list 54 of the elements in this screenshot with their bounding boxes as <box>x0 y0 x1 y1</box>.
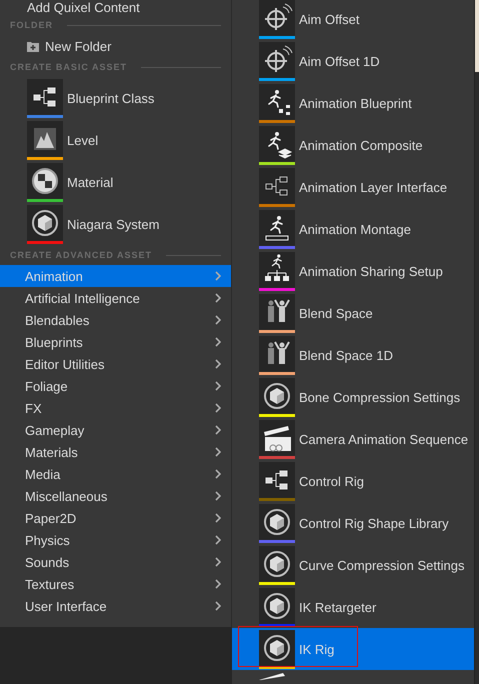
category-item[interactable]: Paper2D <box>0 507 231 529</box>
menu-item[interactable]: New Folder <box>45 38 112 54</box>
chevron-right-icon <box>215 359 221 369</box>
submenu-item[interactable]: Animation Composite <box>232 124 474 166</box>
submenu-item[interactable]: Blend Space <box>232 292 474 334</box>
submenu-item[interactable]: Bone Compression Settings <box>232 376 474 418</box>
menu-item[interactable]: Niagara System <box>67 216 160 232</box>
submenu-item[interactable]: Blend Space 1D <box>232 334 474 376</box>
chevron-right-icon <box>215 579 221 589</box>
chevron-right-icon <box>215 381 221 391</box>
menu-item[interactable]: Blueprint Class <box>67 90 154 106</box>
category-item[interactable]: Editor Utilities <box>0 353 231 375</box>
submenu-item[interactable]: Animation Sharing Setup <box>232 250 474 292</box>
new-folder-icon <box>27 40 39 52</box>
category-item[interactable]: Artificial Intelligence <box>0 287 231 309</box>
category-item[interactable]: Miscellaneous <box>0 485 231 507</box>
category-item[interactable]: Physics <box>0 529 231 551</box>
menu-item[interactable]: Add Quixel Content <box>27 0 140 15</box>
submenu-item[interactable]: Animation Montage <box>232 208 474 250</box>
category-item[interactable]: User Interface <box>0 595 231 617</box>
chevron-right-icon <box>215 315 221 325</box>
submenu-item[interactable]: Curve Compression Settings <box>232 544 474 586</box>
submenu-item[interactable]: Camera Animation Sequence <box>232 418 474 460</box>
category-item[interactable]: Gameplay <box>0 419 231 441</box>
chevron-right-icon <box>215 271 221 281</box>
chevron-right-icon <box>215 535 221 545</box>
chevron-right-icon <box>215 557 221 567</box>
submenu-item[interactable]: Aim Offset 1D <box>232 40 474 82</box>
submenu-item[interactable]: Animation Layer Interface <box>232 166 474 208</box>
category-item[interactable]: Foliage <box>0 375 231 397</box>
chevron-right-icon <box>215 469 221 479</box>
chevron-right-icon <box>215 601 221 611</box>
category-item[interactable]: Blendables <box>0 309 231 331</box>
submenu-item[interactable]: Control Rig <box>232 460 474 502</box>
submenu-item[interactable]: Animation Blueprint <box>232 82 474 124</box>
chevron-right-icon <box>215 447 221 457</box>
category-item[interactable]: Textures <box>0 573 231 595</box>
category-item[interactable]: Sounds <box>0 551 231 573</box>
category-item[interactable]: Media <box>0 463 231 485</box>
category-item[interactable]: Materials <box>0 441 231 463</box>
category-item[interactable]: Blueprints <box>0 331 231 353</box>
menu-item[interactable]: Material <box>67 174 114 190</box>
chevron-right-icon <box>215 293 221 303</box>
chevron-right-icon <box>215 425 221 435</box>
chevron-right-icon <box>215 403 221 413</box>
chevron-right-icon <box>215 513 221 523</box>
submenu-item[interactable]: IK Retargeter <box>232 586 474 628</box>
menu-item[interactable]: Level <box>67 132 98 148</box>
clapper-icon <box>259 673 285 680</box>
submenu-item[interactable]: Aim Offset <box>232 0 474 40</box>
chevron-right-icon <box>215 491 221 501</box>
category-item[interactable]: FX <box>0 397 231 419</box>
chevron-right-icon <box>215 337 221 347</box>
submenu-item[interactable]: Control Rig Shape Library <box>232 502 474 544</box>
